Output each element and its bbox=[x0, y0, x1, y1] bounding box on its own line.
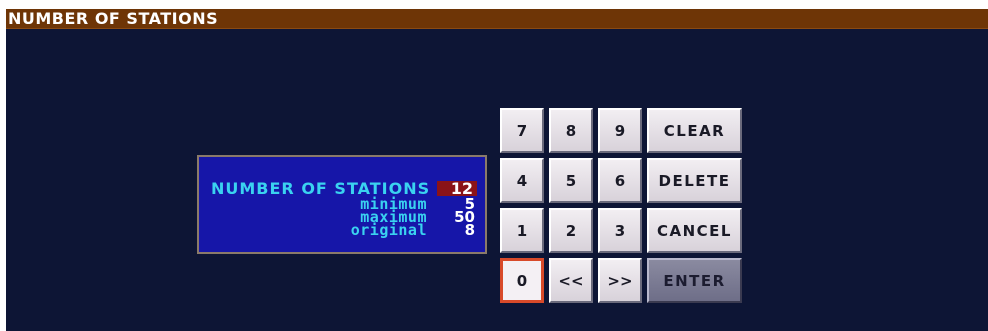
key-6[interactable]: 6 bbox=[598, 158, 642, 203]
enter-button[interactable]: ENTER bbox=[647, 258, 742, 303]
cursor-left-button[interactable]: << bbox=[549, 258, 593, 303]
key-2[interactable]: 2 bbox=[549, 208, 593, 253]
key-4[interactable]: 4 bbox=[500, 158, 544, 203]
delete-button[interactable]: DELETE bbox=[647, 158, 742, 203]
key-1[interactable]: 1 bbox=[500, 208, 544, 253]
title-bar: NUMBER OF STATIONS bbox=[6, 9, 988, 29]
key-5[interactable]: 5 bbox=[549, 158, 593, 203]
key-0[interactable]: 0 bbox=[500, 258, 544, 303]
cursor-right-button[interactable]: >> bbox=[598, 258, 642, 303]
clear-button[interactable]: CLEAR bbox=[647, 108, 742, 153]
key-7[interactable]: 7 bbox=[500, 108, 544, 153]
station-info-panel: NUMBER OF STATIONS 12 minimum 5 maximum … bbox=[197, 155, 487, 254]
original-value: 8 bbox=[464, 221, 475, 239]
window-title: NUMBER OF STATIONS bbox=[8, 9, 219, 28]
current-value-field[interactable]: 12 bbox=[437, 181, 477, 197]
screen: NUMBER OF STATIONS NUMBER OF STATIONS 12… bbox=[6, 9, 988, 331]
original-label: original bbox=[350, 221, 427, 239]
key-9[interactable]: 9 bbox=[598, 108, 642, 153]
key-3[interactable]: 3 bbox=[598, 208, 642, 253]
key-8[interactable]: 8 bbox=[549, 108, 593, 153]
cancel-button[interactable]: CANCEL bbox=[647, 208, 742, 253]
